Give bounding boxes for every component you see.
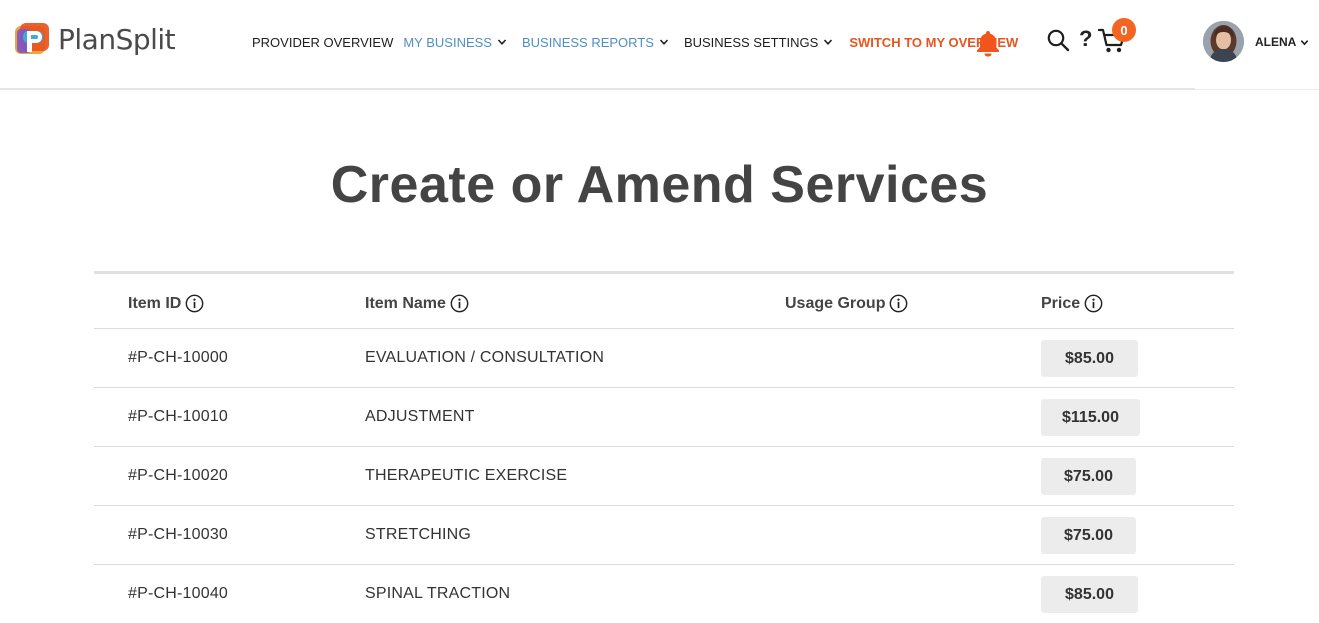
- price-field[interactable]: $85.00: [1041, 340, 1138, 377]
- nav-business-reports[interactable]: BUSINESS REPORTS: [522, 35, 669, 50]
- nav-my-business-label: MY BUSINESS: [403, 34, 492, 50]
- info-icon[interactable]: [1084, 294, 1103, 313]
- cart-count-badge: 0: [1112, 18, 1136, 42]
- nav-business-settings-label: BUSINESS SETTINGS: [683, 34, 819, 50]
- table-row[interactable]: #P-CH-10000 EVALUATION / CONSULTATION $8…: [94, 329, 1234, 388]
- item-id-cell: #P-CH-10040: [128, 585, 229, 602]
- nav-my-business[interactable]: MY BUSINESS: [403, 35, 507, 50]
- info-icon[interactable]: [185, 294, 204, 313]
- top-header: PlanSplit PROVIDER OVERVIEW MY BUSINESS …: [0, 0, 1319, 89]
- column-header-usage-group: Usage Group: [785, 294, 908, 313]
- column-header-label: Item Name: [365, 294, 446, 312]
- chevron-down-icon: [497, 39, 507, 45]
- table-row[interactable]: #P-CH-10010 ADJUSTMENT $115.00: [94, 388, 1234, 447]
- chevron-down-icon: [659, 39, 669, 45]
- nav-business-reports-label: BUSINESS REPORTS: [521, 34, 654, 50]
- bell-icon[interactable]: [975, 29, 1001, 57]
- item-id-cell: #P-CH-10030: [128, 526, 229, 543]
- column-header-price: Price: [1041, 294, 1103, 313]
- nav-provider-overview[interactable]: PROVIDER OVERVIEW: [252, 35, 393, 50]
- column-header-label: Price: [1041, 294, 1081, 312]
- item-id-cell: #P-CH-10010: [128, 408, 229, 425]
- price-field[interactable]: $115.00: [1041, 399, 1140, 436]
- header-divider: [0, 88, 1195, 90]
- item-id-cell: #P-CH-10000: [128, 349, 229, 366]
- item-name-cell: SPINAL TRACTION: [365, 585, 511, 602]
- price-field[interactable]: $85.00: [1041, 576, 1138, 613]
- price-field[interactable]: $75.00: [1041, 458, 1136, 495]
- user-menu[interactable]: ALENA: [1255, 35, 1309, 49]
- user-name-label: ALENA: [1255, 35, 1297, 49]
- price-field[interactable]: $75.00: [1041, 517, 1136, 554]
- services-table: Item ID Item Name Usage Group Price #P-C…: [94, 271, 1234, 623]
- main-nav: PROVIDER OVERVIEW MY BUSINESS BUSINESS R…: [252, 33, 1018, 51]
- column-header-label: Item ID: [128, 294, 182, 312]
- column-header-label: Usage Group: [785, 294, 886, 312]
- item-id-cell: #P-CH-10020: [128, 467, 229, 484]
- search-icon[interactable]: [1046, 28, 1070, 52]
- table-header: Item ID Item Name Usage Group Price: [94, 274, 1234, 329]
- table-row[interactable]: #P-CH-10040 SPINAL TRACTION $85.00: [94, 565, 1234, 623]
- brand-logo[interactable]: PlanSplit: [14, 22, 176, 56]
- help-icon[interactable]: ?: [1079, 26, 1092, 52]
- nav-business-settings[interactable]: BUSINESS SETTINGS: [684, 35, 833, 50]
- info-icon[interactable]: [450, 294, 469, 313]
- avatar[interactable]: [1203, 21, 1244, 62]
- item-name-cell: STRETCHING: [365, 526, 471, 543]
- item-name-cell: THERAPEUTIC EXERCISE: [365, 467, 568, 484]
- chevron-down-icon: [824, 39, 833, 45]
- table-row[interactable]: #P-CH-10030 STRETCHING $75.00: [94, 506, 1234, 565]
- info-icon[interactable]: [889, 294, 908, 313]
- column-header-item-id: Item ID: [128, 294, 204, 313]
- nav-provider-overview-label: PROVIDER OVERVIEW: [252, 34, 394, 50]
- page-title: Create or Amend Services: [330, 156, 989, 214]
- item-name-cell: ADJUSTMENT: [365, 408, 475, 425]
- column-header-item-name: Item Name: [365, 294, 469, 313]
- avatar-image: [1203, 21, 1244, 62]
- table-row[interactable]: #P-CH-10020 THERAPEUTIC EXERCISE $75.00: [94, 447, 1234, 506]
- item-name-cell: EVALUATION / CONSULTATION: [365, 349, 605, 366]
- header-divider-right: [1195, 89, 1319, 90]
- plansplit-logo-icon: [15, 23, 49, 54]
- chevron-down-icon: [1301, 39, 1309, 45]
- brand-name: PlanSplit: [58, 22, 176, 56]
